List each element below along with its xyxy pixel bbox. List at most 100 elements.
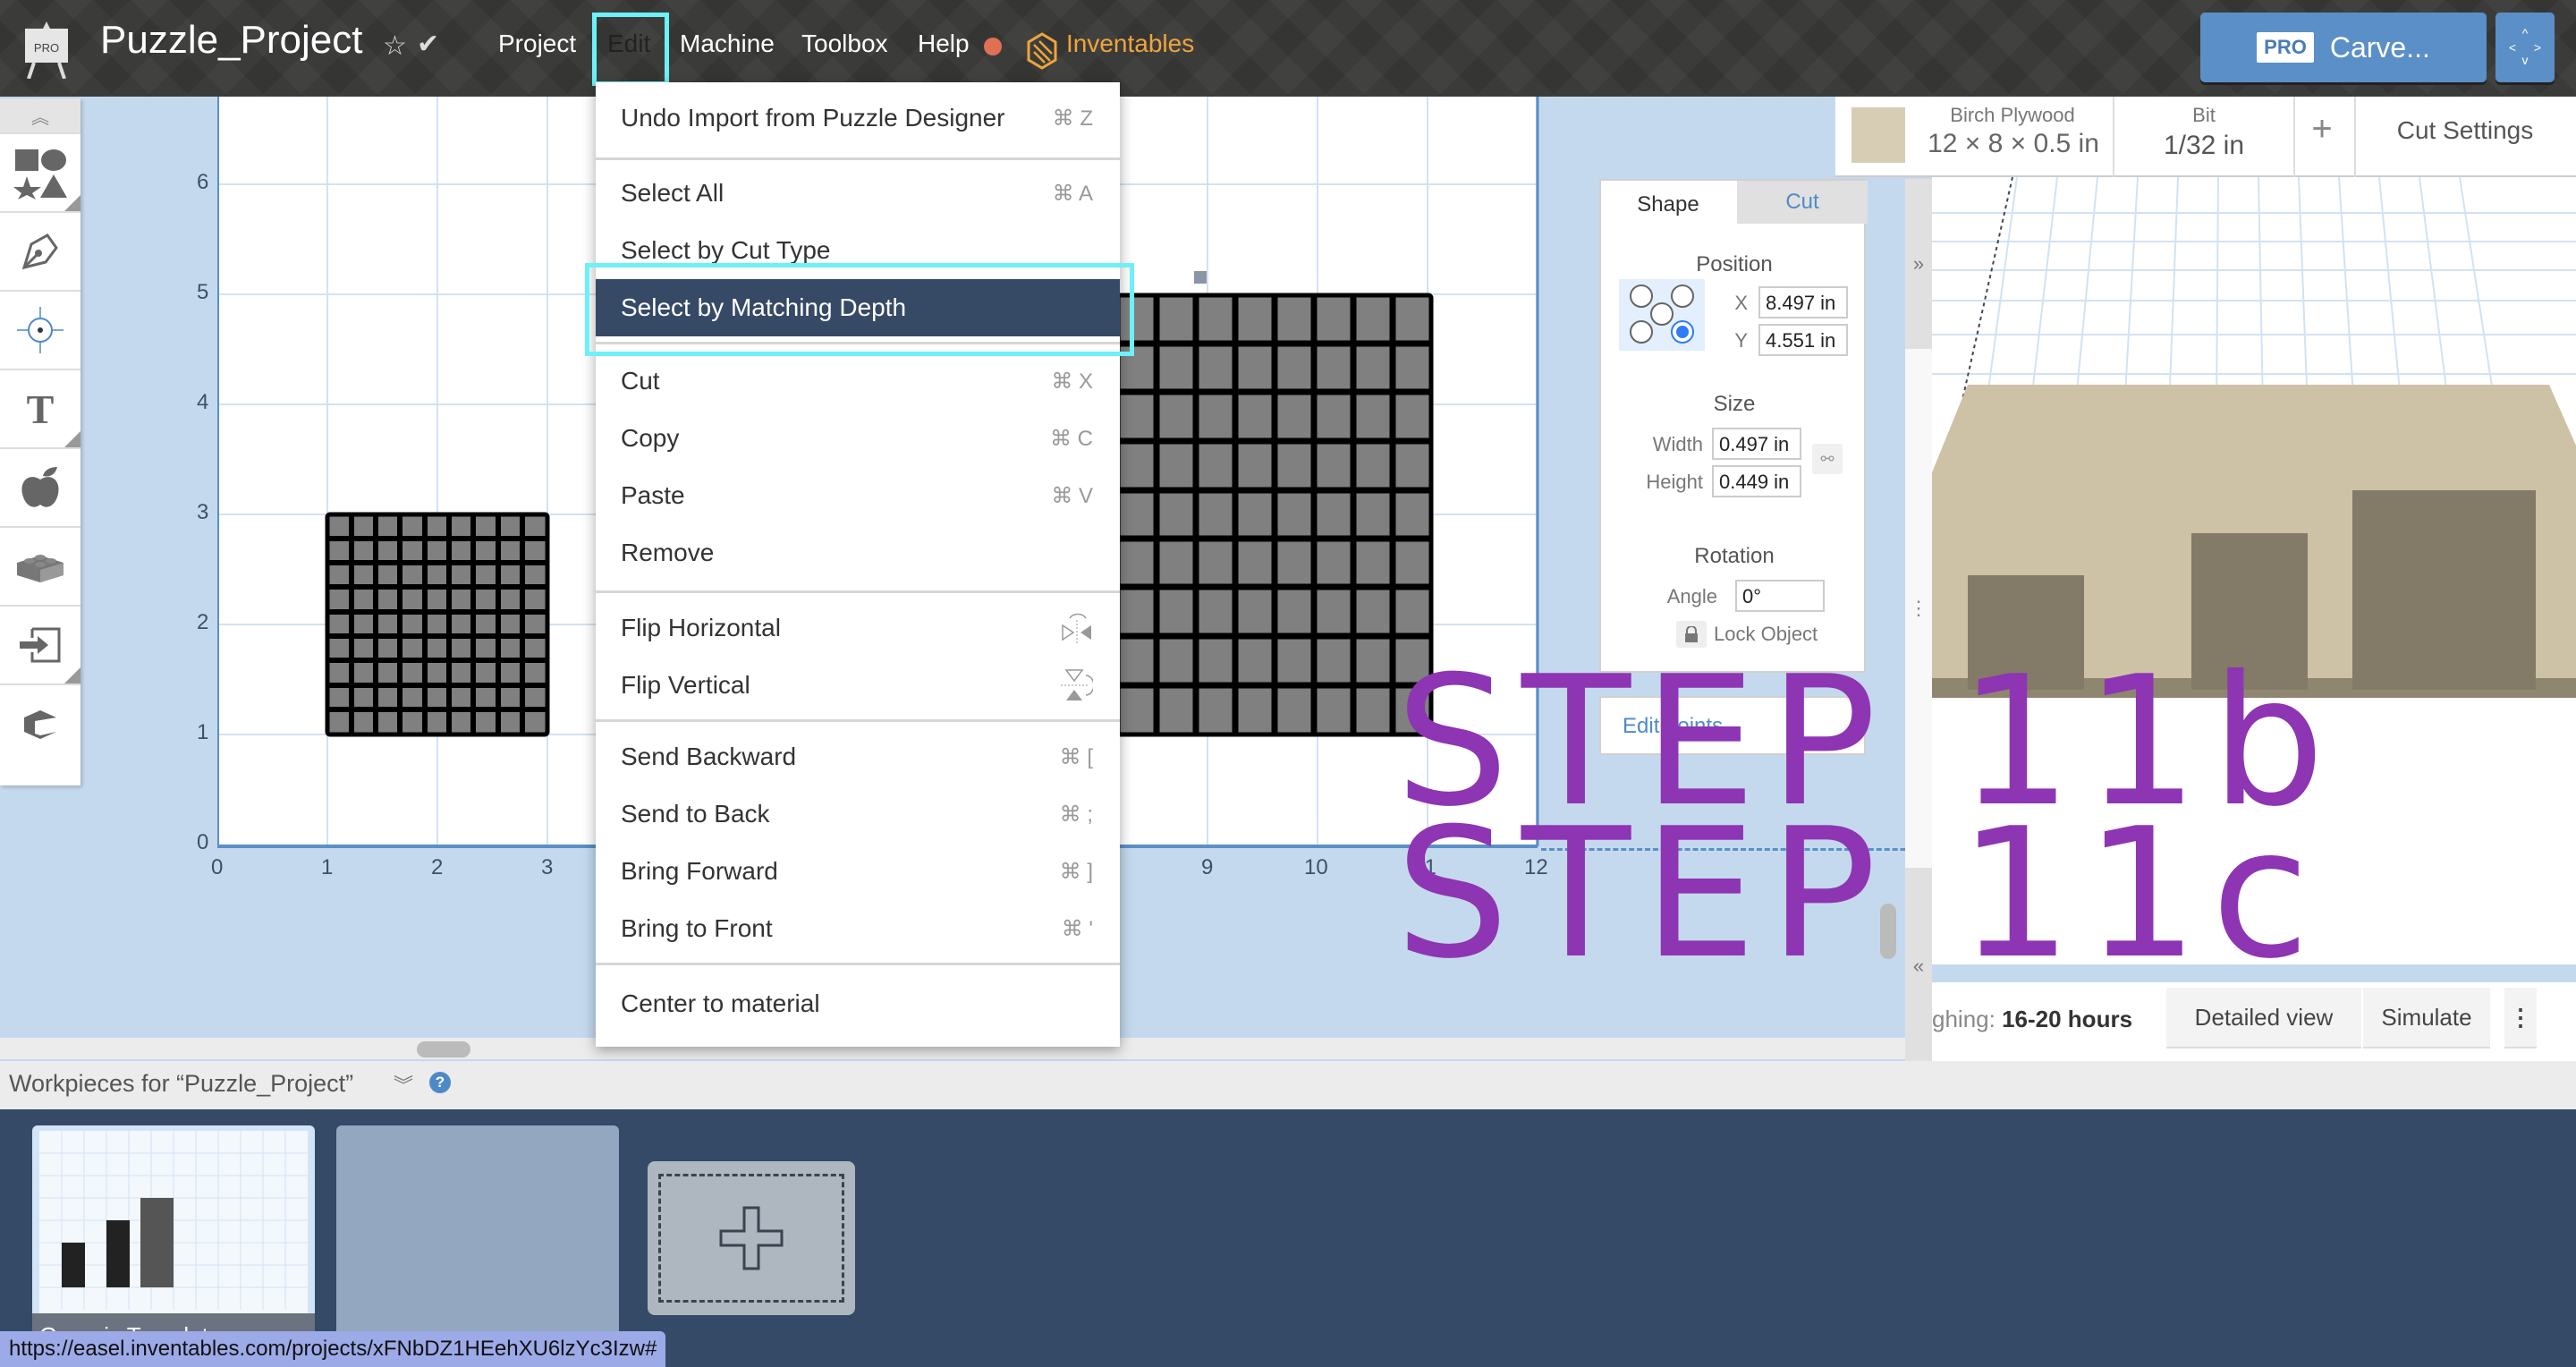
x-tick-2: 2 [431, 855, 444, 879]
apple-icon [21, 467, 59, 507]
rotation-label: Rotation [1694, 544, 1775, 568]
edit-menu-highlight [592, 13, 669, 86]
anchor-bottom-right[interactable] [1671, 320, 1694, 344]
menu-item-center-to-material[interactable]: Center to material [596, 975, 1120, 1032]
menu-item-label: Send to Back [621, 800, 770, 828]
y-tick-6: 6 [197, 170, 209, 194]
menu-item-label: Cut [621, 367, 660, 395]
3d-preview[interactable] [1932, 177, 2576, 964]
menu-separator [596, 157, 1120, 160]
menu-item-bring-forward[interactable]: Bring Forward ⌘ ] [596, 843, 1120, 900]
add-workpiece-button[interactable] [648, 1161, 855, 1315]
angle-label: Angle [1666, 585, 1717, 607]
menu-item-send-backward[interactable]: Send Backward ⌘ [ [596, 728, 1120, 785]
shortcut-label: ⌘ V [1051, 483, 1093, 508]
x-position-input[interactable]: 8.497 in [1758, 286, 1848, 318]
anchor-top-left[interactable] [1630, 284, 1653, 308]
x-tick-10: 10 [1304, 855, 1328, 879]
import-tool[interactable] [0, 605, 80, 684]
menu-item-bring-to-front[interactable]: Bring to Front ⌘ ' [596, 900, 1120, 957]
help-icon[interactable]: ? [429, 1072, 451, 1093]
anchor-top-right[interactable] [1671, 284, 1694, 308]
menu-item-cut[interactable]: Cut ⌘ X [596, 352, 1120, 410]
anchor-center[interactable] [1650, 302, 1674, 326]
add-bit-icon[interactable]: + [2295, 109, 2349, 149]
detailed-view-button[interactable]: Detailed view [2166, 988, 2361, 1049]
chevron-down-icon[interactable]: ︾ [394, 1070, 413, 1099]
menu-item-copy[interactable]: Copy ⌘ C [596, 410, 1120, 467]
unlink-icon: ⚯ [1820, 449, 1835, 468]
easel-pro-logo-icon[interactable]: PRO [23, 21, 70, 79]
material-name[interactable]: Birch Plywood [1932, 104, 2093, 127]
menu-item-select-all[interactable]: Select All ⌘ A [596, 165, 1120, 222]
shortcut-label: ⌘ X [1051, 369, 1093, 394]
carve-button[interactable]: PRO Carve... [2200, 13, 2487, 82]
y-tick-0: 0 [197, 830, 209, 854]
collapse-toolbar-icon[interactable]: ︽ [0, 98, 80, 132]
menu-item-flip-vertical[interactable]: Flip Vertical [596, 657, 1120, 714]
drag-handle-icon[interactable]: ⋮ [1905, 349, 1932, 868]
aspect-lock-button[interactable]: ⚯ [1812, 444, 1843, 474]
x-label: X [1734, 292, 1748, 314]
shapes-tool[interactable] [0, 132, 80, 211]
inventables-link[interactable]: Inventables [1066, 30, 1194, 58]
menu-item-paste[interactable]: Paste ⌘ V [596, 467, 1120, 524]
material-size[interactable]: 12 × 8 × 0.5 in [1911, 129, 2116, 159]
menu-item-label: Undo Import from Puzzle Designer [621, 104, 1005, 132]
x-tick-11: 11 [1414, 855, 1436, 879]
menu-project[interactable]: Project [498, 30, 576, 58]
anchor-bottom-left[interactable] [1630, 320, 1653, 344]
apps-tool[interactable] [0, 447, 80, 526]
material-swatch[interactable] [1852, 107, 1905, 163]
svg-text:<: < [2509, 40, 2516, 55]
simulate-button[interactable]: Simulate [2363, 988, 2490, 1049]
workpieces-title[interactable]: Workpieces for “Puzzle_Project” [9, 1070, 353, 1098]
expand-right-icon[interactable]: » [1905, 179, 1932, 349]
lock-button[interactable] [1676, 621, 1707, 648]
tab-cut[interactable]: Cut [1737, 181, 1868, 224]
parts-tool[interactable] [0, 526, 80, 605]
menu-item-undo[interactable]: Undo Import from Puzzle Designer ⌘ Z [596, 89, 1120, 147]
preview-footer: ghing: 16-20 hours Detailed view Simulat… [1932, 982, 2576, 1063]
cut-settings-button[interactable]: Cut Settings [2354, 116, 2576, 145]
3d-tool[interactable] [0, 684, 80, 762]
scroll-thumb[interactable] [417, 1041, 470, 1057]
text-tool[interactable]: T [0, 369, 80, 447]
point-tool[interactable] [0, 290, 80, 369]
project-title[interactable]: Puzzle_Project [100, 18, 362, 63]
menu-machine[interactable]: Machine [680, 30, 775, 58]
height-input[interactable]: 0.449 in [1712, 465, 1801, 497]
menu-toolbox[interactable]: Toolbox [801, 30, 888, 58]
workpieces-area: Generic Template [0, 1109, 2576, 1367]
divider [2113, 97, 2114, 177]
bit-value[interactable]: 1/32 in [2123, 131, 2284, 161]
bit-label: Bit [2192, 104, 2216, 126]
y-position-input[interactable]: 4.551 in [1758, 324, 1848, 356]
more-options-icon[interactable]: ⋮ [2504, 988, 2537, 1049]
menu-help[interactable]: Help [918, 30, 970, 58]
y-tick-3: 3 [197, 500, 209, 524]
menu-item-label: Copy [621, 424, 680, 452]
shapes-icon [13, 149, 67, 200]
pen-tool[interactable] [0, 211, 80, 290]
width-input[interactable]: 0.497 in [1712, 428, 1801, 460]
collapse-left-icon[interactable]: « [1905, 868, 1932, 1065]
menu-item-send-to-back[interactable]: Send to Back ⌘ ; [596, 785, 1120, 843]
puzzle-large[interactable] [1115, 271, 1434, 737]
menu-item-remove[interactable]: Remove [596, 524, 1120, 582]
menu-item-label: Center to material [621, 989, 820, 1017]
inventables-logo-icon [1027, 32, 1057, 70]
angle-input[interactable]: 0° [1735, 580, 1825, 612]
star-icon[interactable]: ☆ [383, 30, 407, 62]
menu-separator [596, 719, 1120, 722]
vertical-scrollbar[interactable] [1880, 904, 1896, 959]
menu-item-flip-horizontal[interactable]: Flip Horizontal [596, 599, 1120, 657]
shortcut-label: ⌘ Z [1052, 106, 1093, 131]
machine-jog-button[interactable]: ^ < > v [2496, 13, 2555, 82]
carve-label: Carve... [2329, 30, 2430, 64]
tab-shape[interactable]: Shape [1601, 181, 1735, 229]
edit-points-link[interactable]: Edit points [1623, 714, 1723, 739]
shortcut-label: ⌘ ' [1061, 916, 1093, 941]
crosshair-icon [17, 307, 64, 353]
puzzle-small[interactable] [325, 512, 550, 737]
